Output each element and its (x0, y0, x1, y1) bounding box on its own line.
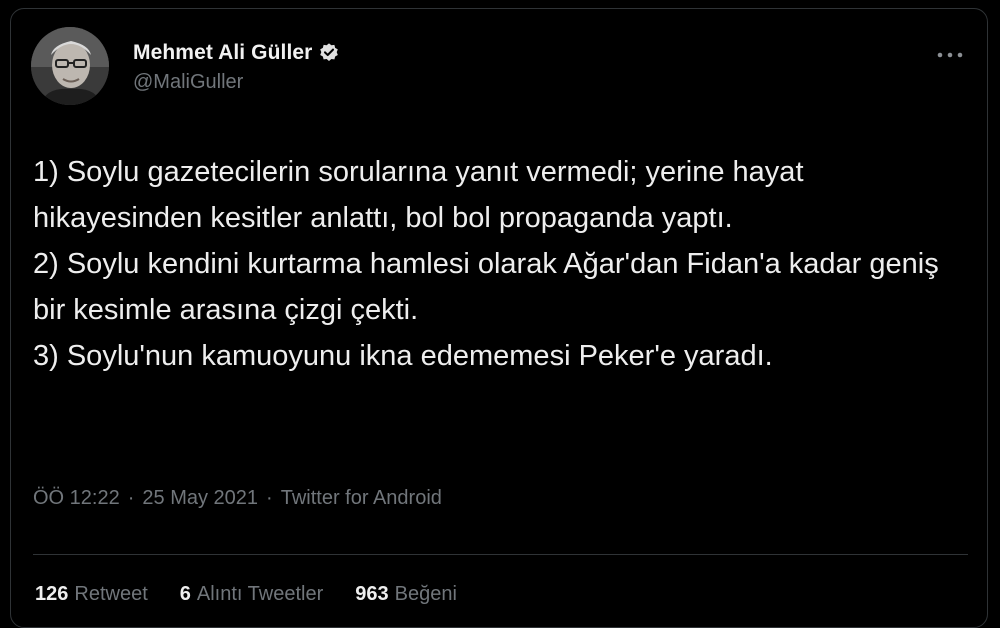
tweet-stats: 126 Retweet 6 Alıntı Tweetler 963 Beğeni (35, 583, 457, 606)
meta-separator: · (127, 487, 135, 509)
more-options-icon (937, 52, 963, 58)
author-name[interactable]: Mehmet Ali Güller (133, 41, 312, 65)
author-handle[interactable]: @MaliGuller (133, 71, 340, 94)
author-block: Mehmet Ali Güller @MaliGuller (133, 39, 340, 94)
quote-tweets-label: Alıntı Tweetler (196, 583, 324, 605)
quote-tweets-stat[interactable]: 6 Alıntı Tweetler (180, 583, 323, 606)
likes-count: 963 (355, 583, 389, 605)
tweet-source-link[interactable]: Twitter for Android (281, 487, 442, 510)
avatar-photo (31, 27, 109, 105)
likes-stat[interactable]: 963 Beğeni (355, 583, 457, 606)
author-name-row: Mehmet Ali Güller (133, 39, 340, 67)
tweet-card: Mehmet Ali Güller @MaliGuller 1) Soylu g… (10, 8, 988, 628)
likes-label: Beğeni (394, 583, 457, 605)
retweets-stat[interactable]: 126 Retweet (35, 583, 148, 606)
tweet-text: 1) Soylu gazetecilerin sorularına yanıt … (33, 156, 939, 372)
retweets-count: 126 (35, 583, 69, 605)
tweet-meta: ÖÖ 12:22 · 25 May 2021 · Twitter for And… (33, 487, 442, 510)
tweet-time[interactable]: ÖÖ 12:22 (33, 487, 120, 510)
retweets-label: Retweet (74, 583, 148, 605)
quote-tweets-count: 6 (179, 583, 191, 605)
avatar[interactable] (31, 27, 109, 105)
divider (33, 554, 968, 555)
meta-separator: · (266, 487, 273, 509)
more-options-button[interactable] (935, 45, 965, 65)
tweet-date[interactable]: 25 May 2021 (142, 487, 258, 510)
verified-badge-icon (318, 42, 340, 64)
